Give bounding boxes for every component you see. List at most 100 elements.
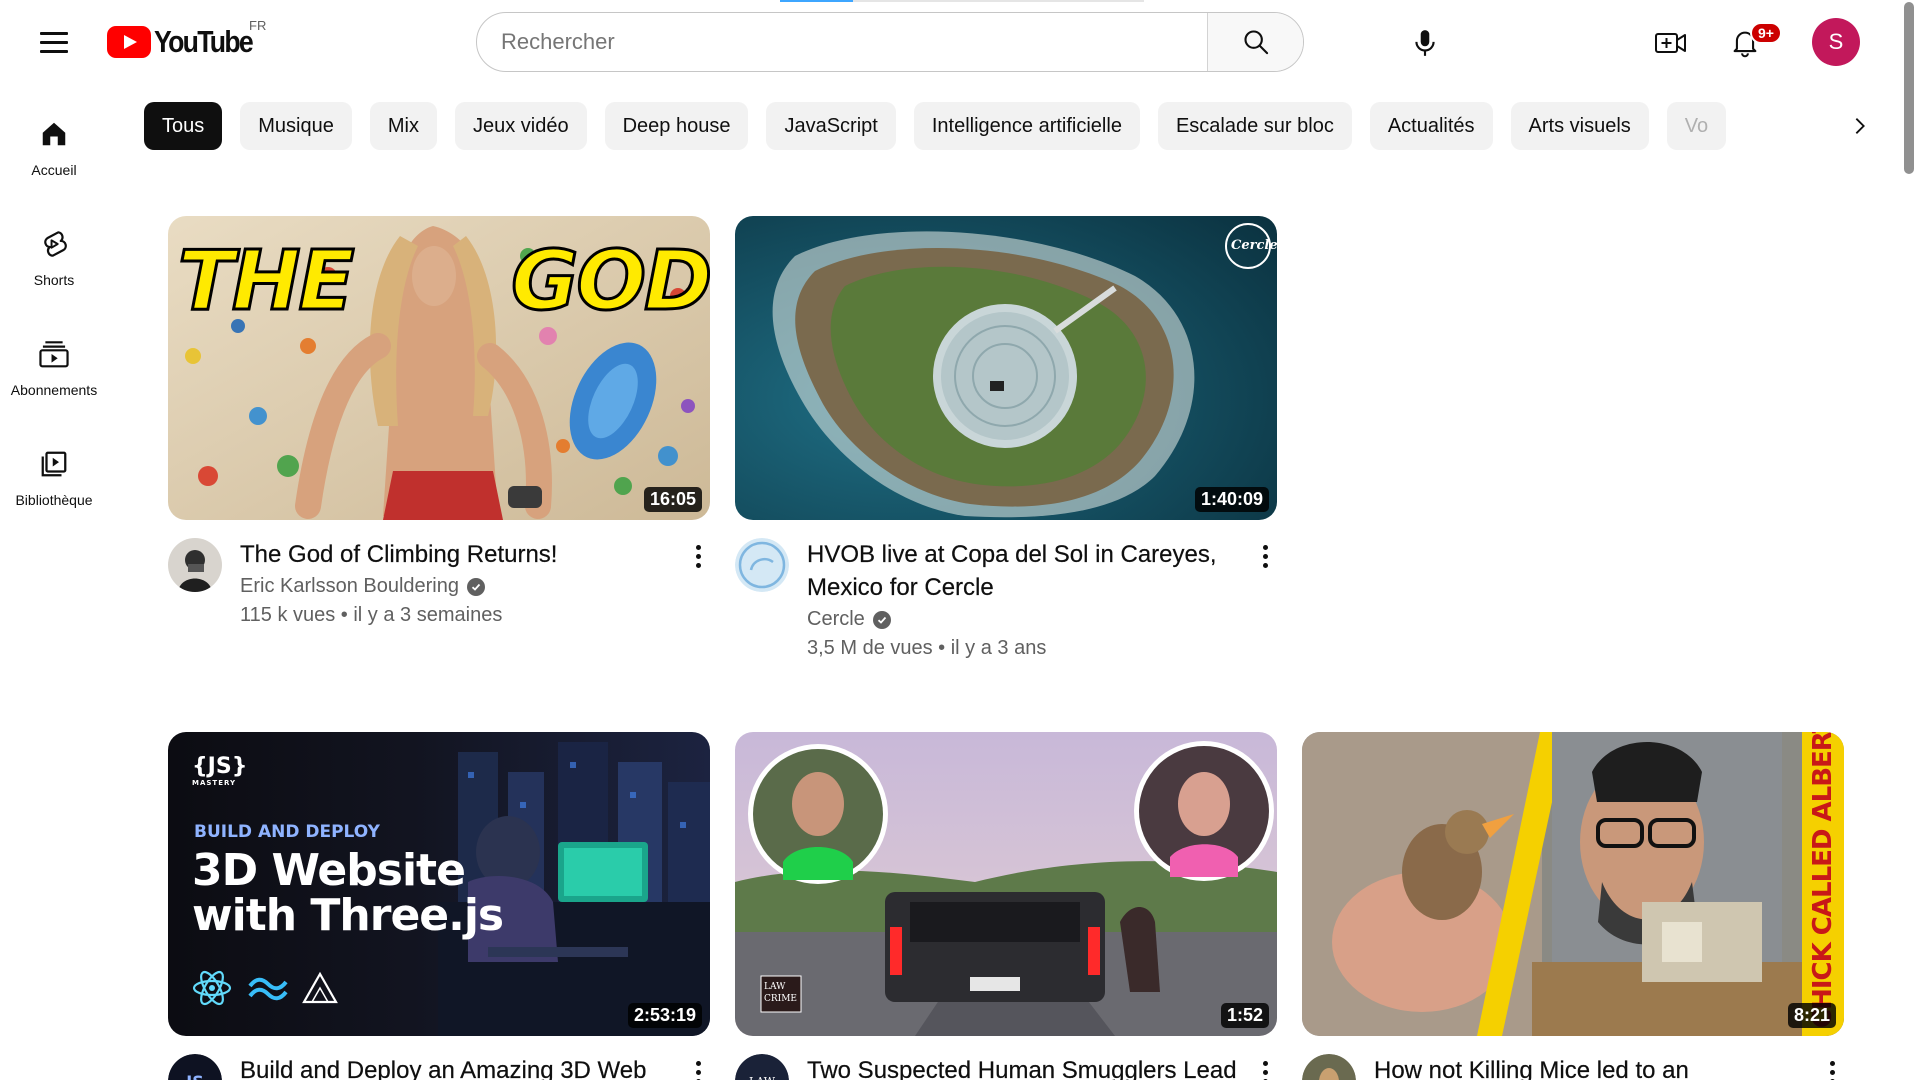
brand-logo-subtext: MASTERY: [192, 779, 237, 787]
channel-name[interactable]: Eric Karlsson Bouldering: [240, 575, 459, 598]
video-duration: 2:53:19: [627, 1003, 702, 1028]
channel-avatar[interactable]: LAW: [735, 1054, 789, 1080]
video-card[interactable]: LAW CRIME 1:52 LAW Two Suspected Human S…: [735, 732, 1277, 1080]
video-card[interactable]: Cercle 1:40:09 HVOB live at Copa del Sol…: [735, 216, 1277, 660]
voice-search-button[interactable]: [1402, 20, 1448, 66]
create-button[interactable]: [1648, 20, 1694, 66]
law-and-crime-logo-top: LAW: [764, 982, 786, 992]
chip-all[interactable]: Tous: [144, 102, 223, 150]
video-thumbnail[interactable]: Cercle 1:40:09: [735, 216, 1277, 520]
thumbnail-vertical-text: CHICK CALLED ALBERT: [1808, 732, 1838, 1028]
channel-name-row: Cercle: [807, 608, 1237, 631]
channel-avatar[interactable]: [1302, 1054, 1356, 1080]
svg-text:JS: JS: [185, 1072, 203, 1080]
sidebar-item-label: Abonnements: [10, 382, 98, 398]
brand-logo-text: {JS}: [192, 754, 248, 779]
guide-menu-button[interactable]: [30, 22, 78, 62]
channel-name[interactable]: Cercle: [807, 608, 865, 631]
more-actions-button[interactable]: [1253, 540, 1277, 572]
account-avatar[interactable]: S: [1812, 18, 1860, 66]
video-duration: 1:52: [1220, 1003, 1269, 1028]
thumbnail-title-text: THE GOD: [176, 233, 710, 331]
video-card[interactable]: THE GOD 16:05 The God of Climbing Return…: [168, 216, 710, 627]
chip-visual-arts[interactable]: Arts visuels: [1510, 102, 1649, 150]
chip-music[interactable]: Musique: [240, 102, 352, 150]
country-code: FR: [249, 18, 267, 33]
more-actions-button[interactable]: [686, 540, 710, 572]
channel-avatar[interactable]: JS: [168, 1054, 222, 1080]
video-title[interactable]: HVOB live at Copa del Sol in Careyes, Me…: [807, 538, 1237, 604]
sidebar-item-subscriptions[interactable]: Abonnements: [0, 324, 108, 434]
thumbnail-headline-2: with Three.js: [192, 890, 504, 941]
channel-avatar[interactable]: [735, 538, 789, 592]
jsm-brand-logo: {JS} MASTERY: [192, 754, 247, 787]
video-title[interactable]: Two Suspected Human Smugglers Lead: [807, 1054, 1237, 1080]
sidebar-item-home[interactable]: Accueil: [0, 104, 108, 214]
video-thumbnail[interactable]: CHICK CALLED ALBERT 8:21: [1302, 732, 1844, 1036]
chip-javascript[interactable]: JavaScript: [766, 102, 896, 150]
verified-badge-icon: [467, 577, 485, 596]
microphone-icon: [1415, 30, 1435, 56]
search-input[interactable]: [477, 13, 1207, 71]
subscriptions-icon: [36, 336, 72, 372]
video-duration: 8:21: [1787, 1003, 1836, 1028]
chip-artificial-intelligence[interactable]: Intelligence artificielle: [913, 102, 1140, 150]
page-scrollbar[interactable]: [1904, 2, 1914, 174]
video-meta: The God of Climbing Returns! Eric Karlss…: [168, 538, 710, 627]
video-meta: How not Killing Mice led to an: [1302, 1054, 1844, 1080]
sidebar-item-label: Shorts: [33, 272, 75, 288]
video-thumbnail[interactable]: {JS} MASTERY BUILD AND DEPLOY 3D Website…: [168, 732, 710, 1036]
chip-video-games[interactable]: Jeux vidéo: [454, 102, 587, 150]
library-icon: [36, 446, 72, 482]
chevron-right-icon: [1855, 118, 1865, 134]
video-thumbnail[interactable]: LAW CRIME 1:52: [735, 732, 1277, 1036]
thumbnail-kicker: BUILD AND DEPLOY: [194, 822, 380, 842]
channel-avatar[interactable]: [168, 538, 222, 592]
chip-deep-house[interactable]: Deep house: [604, 102, 749, 150]
more-actions-button[interactable]: [686, 1056, 710, 1080]
more-actions-button[interactable]: [1253, 1056, 1277, 1080]
youtube-logo[interactable]: YouTube: [107, 24, 268, 60]
video-card[interactable]: {JS} MASTERY BUILD AND DEPLOY 3D Website…: [168, 732, 710, 1080]
video-thumbnail[interactable]: THE GOD 16:05: [168, 216, 710, 520]
video-stats: 115 k vues • il y a 3 semaines: [240, 604, 503, 626]
sidebar-item-shorts[interactable]: Shorts: [0, 214, 108, 324]
notification-count-badge: 9+: [1750, 22, 1782, 44]
video-duration: 16:05: [643, 487, 702, 512]
video-camera-add-icon: [1655, 33, 1686, 53]
thumbnail-traffic-stop-image: [735, 732, 1277, 1036]
search-bar: [476, 12, 1304, 72]
video-title[interactable]: How not Killing Mice led to an: [1374, 1054, 1804, 1080]
svg-text:LAW: LAW: [749, 1075, 776, 1080]
verified-badge-icon: [872, 610, 891, 629]
thumbnail-bird-rescue-image: [1302, 732, 1844, 1036]
chip-news[interactable]: Actualités: [1369, 102, 1493, 150]
video-duration: 1:40:09: [1194, 487, 1269, 512]
tech-logos-icons: [192, 970, 338, 1006]
cercle-watermark: Cercle: [1231, 238, 1277, 253]
mini-guide: Accueil Shorts Abonnements Bibliothèque: [0, 104, 108, 544]
video-meta: LAW Two Suspected Human Smugglers Lead: [735, 1054, 1277, 1080]
video-card[interactable]: CHICK CALLED ALBERT 8:21 How not Killing…: [1302, 732, 1844, 1080]
chips-next-button[interactable]: [1836, 102, 1884, 150]
home-icon: [36, 116, 72, 152]
video-title[interactable]: Build and Deploy an Amazing 3D Web: [240, 1054, 670, 1080]
chip-bouldering[interactable]: Escalade sur bloc: [1157, 102, 1352, 150]
sidebar-item-library[interactable]: Bibliothèque: [0, 434, 108, 544]
sidebar-item-label: Bibliothèque: [15, 492, 93, 508]
thumbnail-headline-1: 3D Website: [192, 845, 466, 896]
thumbnail-aerial-island-image: [735, 216, 1277, 520]
chip-partial[interactable]: Vo: [1666, 102, 1727, 150]
filter-chip-bar: Tous Musique Mix Jeux vidéo Deep house J…: [144, 102, 1832, 150]
youtube-play-icon: [107, 26, 151, 58]
channel-name-row: Eric Karlsson Bouldering: [240, 575, 670, 598]
sidebar-item-label: Accueil: [31, 162, 77, 178]
law-and-crime-logo-bottom: CRIME: [764, 994, 798, 1004]
chip-mix[interactable]: Mix: [369, 102, 437, 150]
video-title[interactable]: The God of Climbing Returns!: [240, 538, 670, 571]
video-meta: HVOB live at Copa del Sol in Careyes, Me…: [735, 538, 1277, 660]
logo-text: YouTube: [154, 24, 254, 59]
search-icon: [1243, 30, 1268, 55]
more-actions-button[interactable]: [1820, 1056, 1844, 1080]
search-button[interactable]: [1207, 13, 1303, 71]
